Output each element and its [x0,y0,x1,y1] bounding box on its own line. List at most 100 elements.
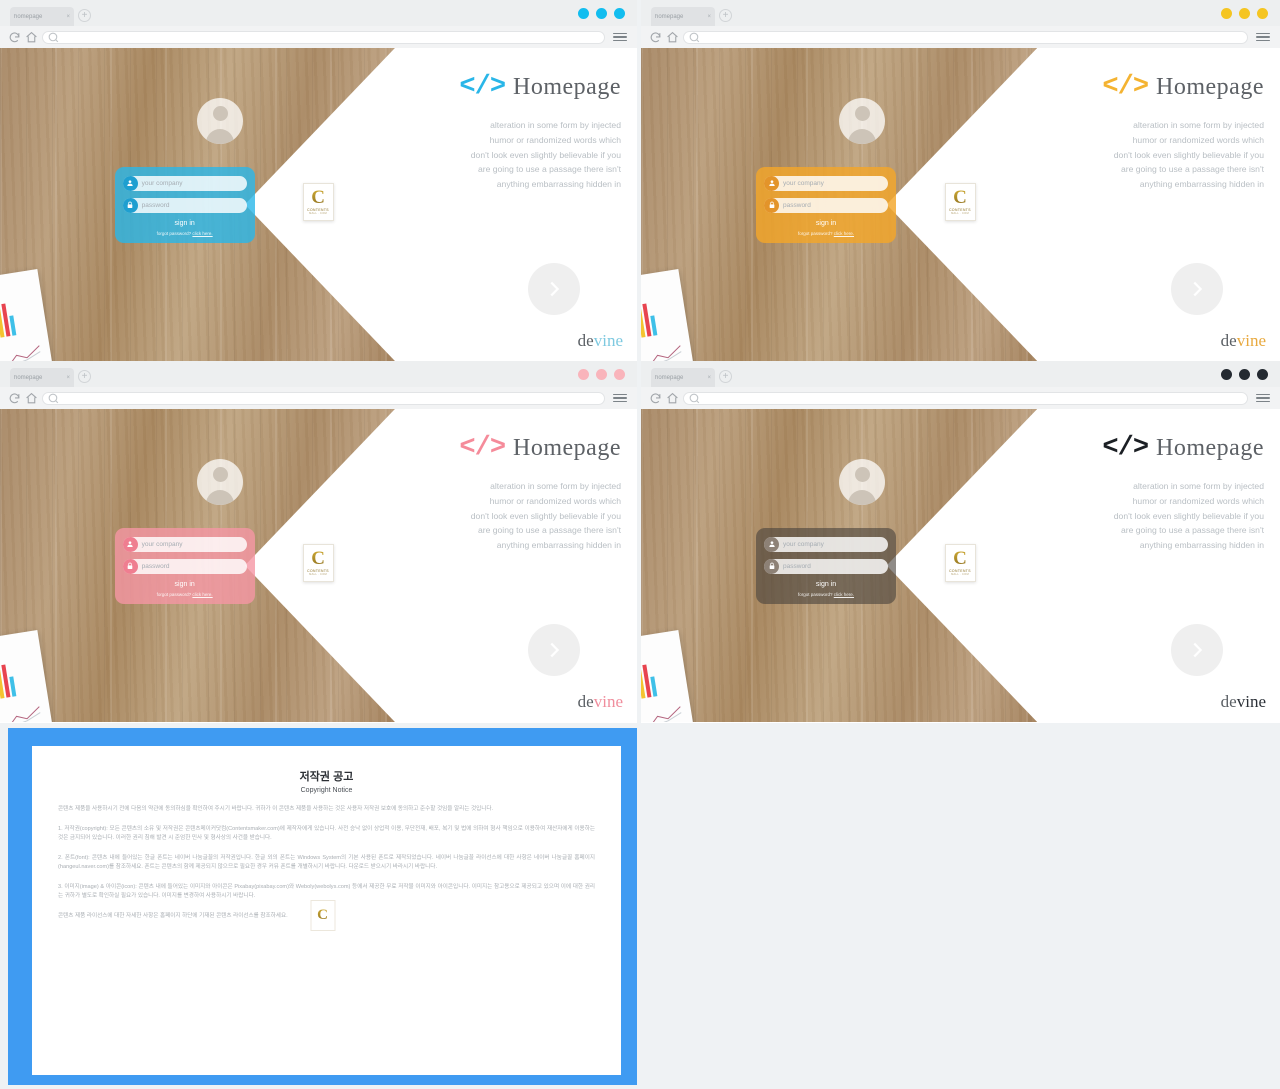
browser-tab[interactable]: homepage × [10,7,74,26]
url-bar [641,26,1280,48]
home-icon[interactable] [666,31,679,44]
window-dot[interactable] [1221,8,1232,19]
browser-tab[interactable]: homepage × [651,7,715,26]
code-icon: </> [459,72,506,102]
copyright-subtitle: Copyright Notice [300,787,353,794]
menu-icon[interactable] [1256,393,1270,403]
reload-icon[interactable] [649,392,662,405]
next-arrow-button[interactable] [528,624,580,676]
paragraph-line: don't look even slightly believable if y… [1113,149,1264,160]
home-icon[interactable] [25,392,38,405]
page-title: </> Homepage [290,433,621,463]
browser-chrome: homepage × + [0,0,637,48]
url-bar [0,387,637,409]
close-icon[interactable]: × [704,375,711,381]
browser-tab[interactable]: homepage × [651,368,715,387]
forgot-password-link[interactable]: forgot password? click here. [764,231,888,236]
brand-name: Homepage [513,434,621,461]
close-icon[interactable]: × [63,375,70,381]
close-icon[interactable]: × [704,14,711,20]
next-arrow-button[interactable] [1171,624,1223,676]
bar-chart [0,650,17,707]
forgot-link[interactable]: click here. [192,592,212,597]
window-dot[interactable] [596,369,607,380]
menu-icon[interactable] [1256,32,1270,42]
menu-icon[interactable] [613,393,627,403]
code-icon: </> [1102,72,1149,102]
signin-button[interactable]: sign in [123,581,247,588]
window-dot[interactable] [1221,369,1232,380]
footer-brand: devine [578,331,623,351]
chevron-right-icon [1193,642,1203,658]
window-dot[interactable] [1239,8,1250,19]
company-field[interactable]: your company [122,175,247,191]
forgot-link[interactable]: click here. [192,231,212,236]
paragraph-line: are going to use a passage there isn't [477,164,621,175]
hero-content: </> Homepage alteration in some form by … [290,433,621,553]
window-dot[interactable] [1257,8,1268,19]
password-field[interactable]: password [764,197,889,213]
password-field[interactable]: password [122,197,247,213]
user-icon [764,175,780,191]
window-dot[interactable] [596,8,607,19]
line-chart [641,345,682,361]
window-dot[interactable] [578,8,589,19]
home-icon[interactable] [25,31,38,44]
forgot-text: forgot password? [797,591,834,597]
close-icon[interactable]: × [63,14,70,20]
next-arrow-button[interactable] [528,263,580,315]
bar-chart [641,289,658,346]
search-input[interactable] [42,391,605,405]
paragraph-line: don't look even slightly believable if y… [470,149,621,160]
password-field[interactable]: password [122,558,247,574]
window-dot[interactable] [614,8,625,19]
window-dot[interactable] [614,369,625,380]
forgot-link[interactable]: click here. [834,592,854,597]
password-placeholder: password [783,562,811,570]
footer-brand-a: de [577,692,594,711]
new-tab-icon[interactable]: + [719,9,732,22]
browser-chrome: homepage × + [641,361,1280,409]
reload-icon[interactable] [649,31,662,44]
company-field[interactable]: your company [764,175,889,191]
footer-brand-a: de [1220,331,1237,350]
new-tab-icon[interactable]: + [78,370,91,383]
next-arrow-button[interactable] [1171,263,1223,315]
window-dot[interactable] [578,369,589,380]
paragraph-line: anything embarrassing hidden in [1139,540,1264,551]
signin-button[interactable]: sign in [764,581,888,588]
password-field[interactable]: password [764,558,889,574]
copyright-title: 저작권 공고 [299,771,354,783]
search-input[interactable] [683,30,1248,44]
search-icon [689,393,700,403]
browser-chrome: homepage × + [641,0,1280,48]
browser-tab[interactable]: homepage × [10,368,74,387]
reload-icon[interactable] [8,31,21,44]
signin-button[interactable]: sign in [123,220,247,227]
company-field[interactable]: your company [122,536,247,552]
home-icon[interactable] [666,392,679,405]
paragraph-line: are going to use a passage there isn't [477,525,621,536]
window-dot[interactable] [1257,369,1268,380]
forgot-password-link[interactable]: forgot password? click here. [764,592,888,597]
window-controls[interactable] [1221,8,1268,19]
signin-button[interactable]: sign in [764,220,888,227]
new-tab-icon[interactable]: + [719,370,732,383]
paragraph-line: anything embarrassing hidden in [496,179,621,190]
forgot-password-link[interactable]: forgot password? click here. [123,231,247,236]
tab-strip: homepage × + [641,0,1280,26]
forgot-link[interactable]: click here. [834,231,854,236]
menu-icon[interactable] [613,32,627,42]
search-input[interactable] [42,30,605,44]
company-field[interactable]: your company [764,536,889,552]
footer-brand-a: de [577,331,594,350]
window-dot[interactable] [1239,369,1250,380]
window-controls[interactable] [1221,369,1268,380]
reload-icon[interactable] [8,392,21,405]
window-controls[interactable] [578,8,625,19]
window-controls[interactable] [578,369,625,380]
paragraph-line: anything embarrassing hidden in [496,540,621,551]
search-input[interactable] [683,391,1248,405]
forgot-password-link[interactable]: forgot password? click here. [123,592,247,597]
new-tab-icon[interactable]: + [78,9,91,22]
